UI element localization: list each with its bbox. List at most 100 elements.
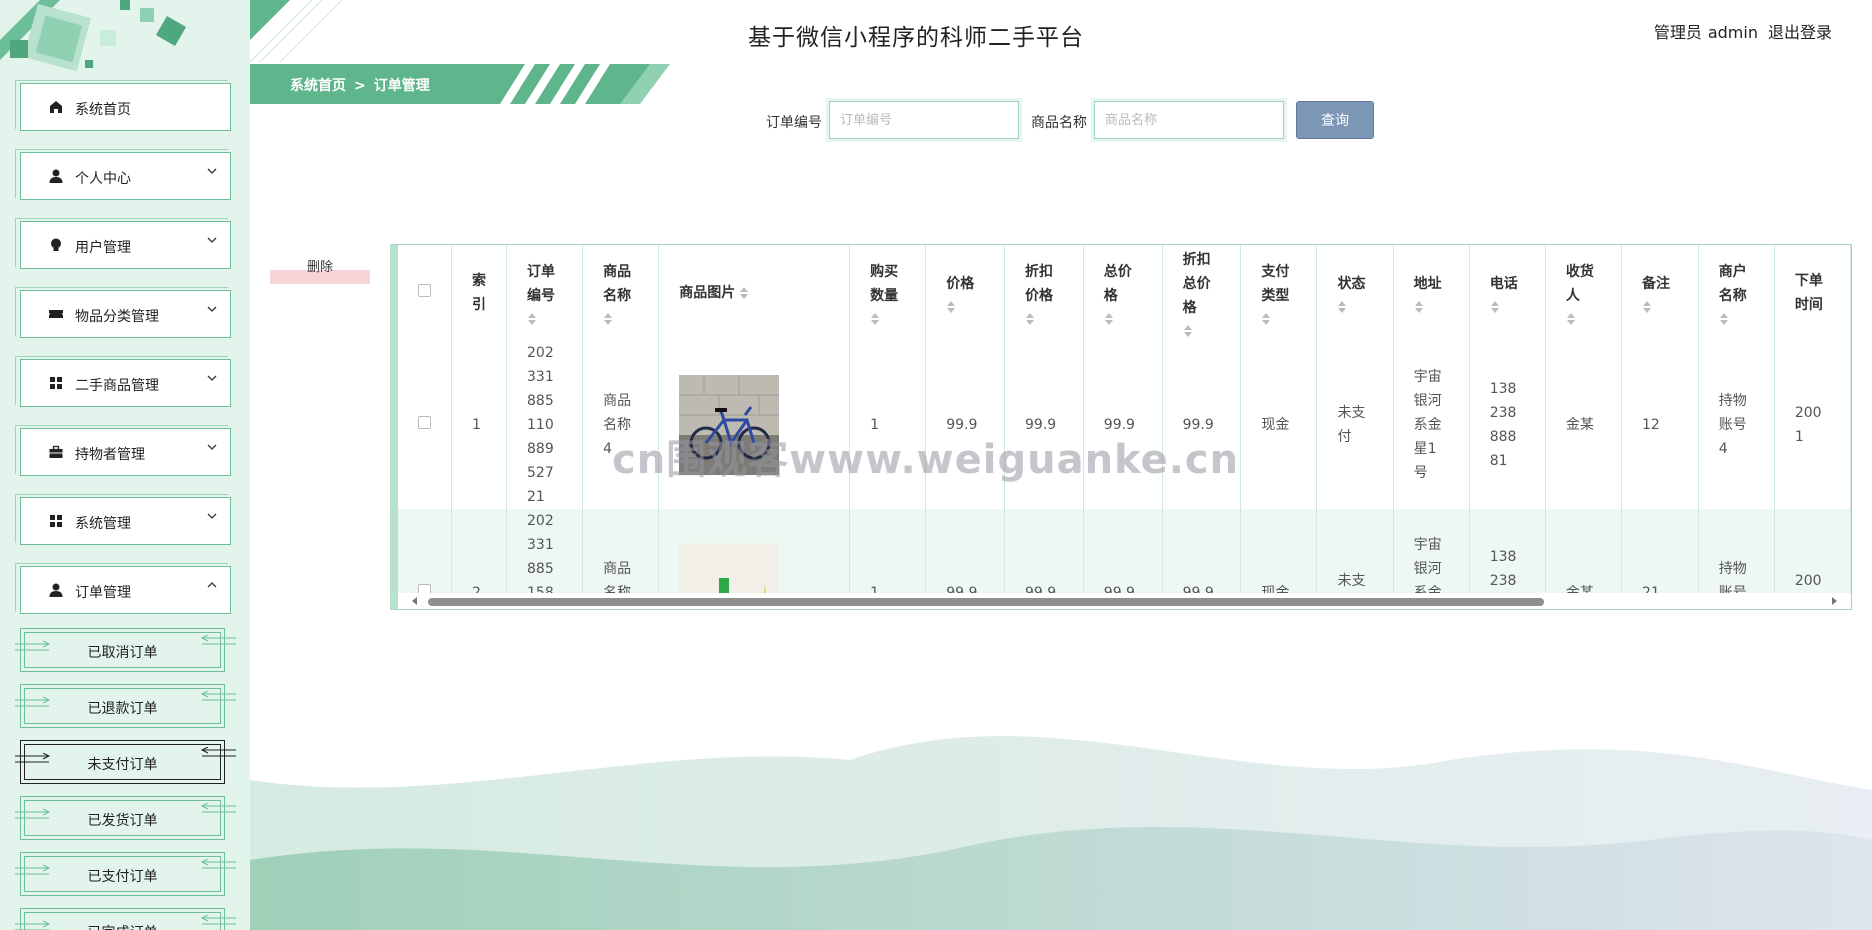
sidebar-subitem-label: 已退款订单	[87, 701, 158, 717]
sort-icon[interactable]	[946, 300, 956, 314]
col-pay-type[interactable]: 支付类型	[1240, 245, 1318, 341]
cell-pay-type: 现金	[1240, 341, 1318, 509]
sidebar-item-label: 用户管理	[75, 240, 131, 256]
sidebar-item-order-management[interactable]: 订单管理	[15, 563, 231, 614]
sort-icon[interactable]	[870, 312, 880, 326]
col-phone[interactable]: 电话	[1469, 245, 1546, 341]
sidebar-subitem-refunded-orders[interactable]: 已退款订单	[15, 684, 236, 728]
user-icon	[49, 169, 63, 183]
breadcrumb-home[interactable]: 系统首页	[290, 78, 346, 94]
sidebar-subitem-unpaid-orders[interactable]: 未支付订单	[15, 740, 236, 784]
col-label: 地址	[1413, 276, 1442, 292]
chevron-down-icon	[207, 306, 217, 312]
sidebar-item-personal-center[interactable]: 个人中心	[15, 149, 231, 200]
delete-button[interactable]: 删除	[270, 254, 370, 284]
col-order-time[interactable]: 下单时间	[1774, 245, 1851, 341]
sidebar-subitem-paid-orders[interactable]: 已支付订单	[15, 852, 236, 896]
col-product-image[interactable]: 商品图片	[658, 245, 851, 341]
sort-icon[interactable]	[1642, 300, 1652, 314]
col-status[interactable]: 状态	[1316, 245, 1394, 341]
breadcrumb-text: 系统首页 > 订单管理	[290, 75, 430, 95]
sort-icon[interactable]	[1104, 312, 1114, 326]
delete-button-label: 删除	[306, 259, 333, 275]
sidebar-subitem-completed-orders[interactable]: 已完成订单	[15, 908, 236, 930]
sidebar-subitem-label: 已取消订单	[87, 645, 158, 661]
scroll-left-icon[interactable]	[412, 597, 417, 605]
bulb-icon	[51, 238, 61, 251]
product-name-label: 商品名称	[1031, 115, 1087, 131]
col-quantity[interactable]: 购买数量	[849, 245, 927, 341]
col-label: 商品名称	[603, 264, 632, 304]
cell-discount-total: 99.9	[1162, 341, 1242, 509]
header-decoration	[250, 0, 343, 62]
col-product-name[interactable]: 商品名称	[582, 245, 660, 341]
sort-icon[interactable]	[1490, 300, 1500, 314]
query-button[interactable]: 查询	[1296, 101, 1374, 139]
col-discount-total[interactable]: 折扣总价格	[1162, 245, 1242, 341]
col-discount-price[interactable]: 折扣价格	[1004, 245, 1084, 341]
order-no-input[interactable]	[826, 98, 1022, 142]
briefcase-icon	[49, 445, 63, 458]
scroll-right-icon[interactable]	[1832, 597, 1837, 605]
row-checkbox[interactable]	[418, 416, 431, 429]
breadcrumb: 系统首页 > 订单管理	[250, 64, 670, 104]
ticket-icon	[49, 310, 63, 318]
sort-icon[interactable]	[1337, 300, 1347, 314]
col-total-price[interactable]: 总价格	[1083, 245, 1163, 341]
orders-table: 索引 订单编号 商品名称 商品图片 购买数量 价格 折扣价格 总价格 折扣总价格…	[390, 244, 1852, 610]
col-label: 购买数量	[870, 264, 899, 304]
sidebar-item-system-management[interactable]: 系统管理	[15, 494, 231, 545]
cell-price: 99.9	[925, 341, 1006, 509]
cell-merchant: 持物账号4	[1698, 341, 1775, 509]
cell-phone: 13823888881	[1469, 341, 1546, 509]
arrow-left-icon	[200, 691, 236, 701]
arrow-left-icon	[200, 803, 236, 813]
sort-icon[interactable]	[1566, 312, 1576, 326]
col-label: 状态	[1337, 276, 1366, 292]
user-icon	[49, 583, 63, 597]
grid-icon	[50, 515, 62, 527]
col-note[interactable]: 备注	[1621, 245, 1699, 341]
chevron-down-icon	[207, 513, 217, 519]
sidebar-subitem-shipped-orders[interactable]: 已发货订单	[15, 796, 236, 840]
breadcrumb-current: 订单管理	[373, 78, 430, 94]
sidebar-item-second-hand-goods[interactable]: 二手商品管理	[15, 356, 231, 407]
sort-icon[interactable]	[1719, 312, 1729, 326]
scrollbar-thumb[interactable]	[428, 598, 1544, 606]
select-all-checkbox[interactable]	[418, 284, 431, 297]
sidebar-item-home[interactable]: 系统首页	[15, 80, 231, 131]
sidebar-item-holder-management[interactable]: 持物者管理	[15, 425, 231, 476]
sidebar-subitem-label: 已发货订单	[87, 813, 158, 829]
col-index: 索引	[451, 245, 507, 341]
sidebar-item-category-management[interactable]: 物品分类管理	[15, 287, 231, 338]
col-label: 折扣价格	[1025, 264, 1054, 304]
col-order-no[interactable]: 订单编号	[506, 245, 584, 341]
col-address[interactable]: 地址	[1393, 245, 1470, 341]
sidebar-item-user-management[interactable]: 用户管理	[15, 218, 231, 269]
sort-icon[interactable]	[1025, 312, 1035, 326]
sort-icon[interactable]	[1183, 324, 1193, 338]
product-name-input[interactable]	[1091, 98, 1287, 142]
logout-link[interactable]: 退出登录	[1768, 23, 1832, 42]
sidebar-subitem-cancelled-orders[interactable]: 已取消订单	[15, 628, 236, 672]
col-price[interactable]: 价格	[925, 245, 1006, 341]
sidebar-item-label: 系统管理	[75, 516, 131, 532]
sort-icon[interactable]	[603, 312, 613, 326]
sort-icon[interactable]	[1414, 300, 1424, 314]
col-label: 商户名称	[1718, 264, 1747, 304]
cell-status: 未支付	[1316, 341, 1394, 509]
sort-icon[interactable]	[739, 286, 749, 300]
bicycle-image[interactable]	[679, 375, 780, 475]
horizontal-scrollbar[interactable]	[398, 593, 1851, 609]
sort-icon[interactable]	[1261, 312, 1271, 326]
col-merchant[interactable]: 商户名称	[1698, 245, 1775, 341]
table-header-row: 索引 订单编号 商品名称 商品图片 购买数量 价格 折扣价格 总价格 折扣总价格…	[398, 245, 1851, 341]
chevron-down-icon	[207, 375, 217, 381]
sidebar: 系统首页 个人中心 用户管理 物品分类管理 二手商品管理 持物者管理 系统管理 …	[0, 0, 250, 930]
col-label: 价格	[946, 276, 975, 292]
chevron-up-icon	[207, 582, 217, 588]
col-receiver[interactable]: 收货人	[1545, 245, 1622, 341]
cell-quantity: 1	[849, 341, 927, 509]
chevron-down-icon	[207, 168, 217, 174]
sort-icon[interactable]	[527, 312, 537, 326]
